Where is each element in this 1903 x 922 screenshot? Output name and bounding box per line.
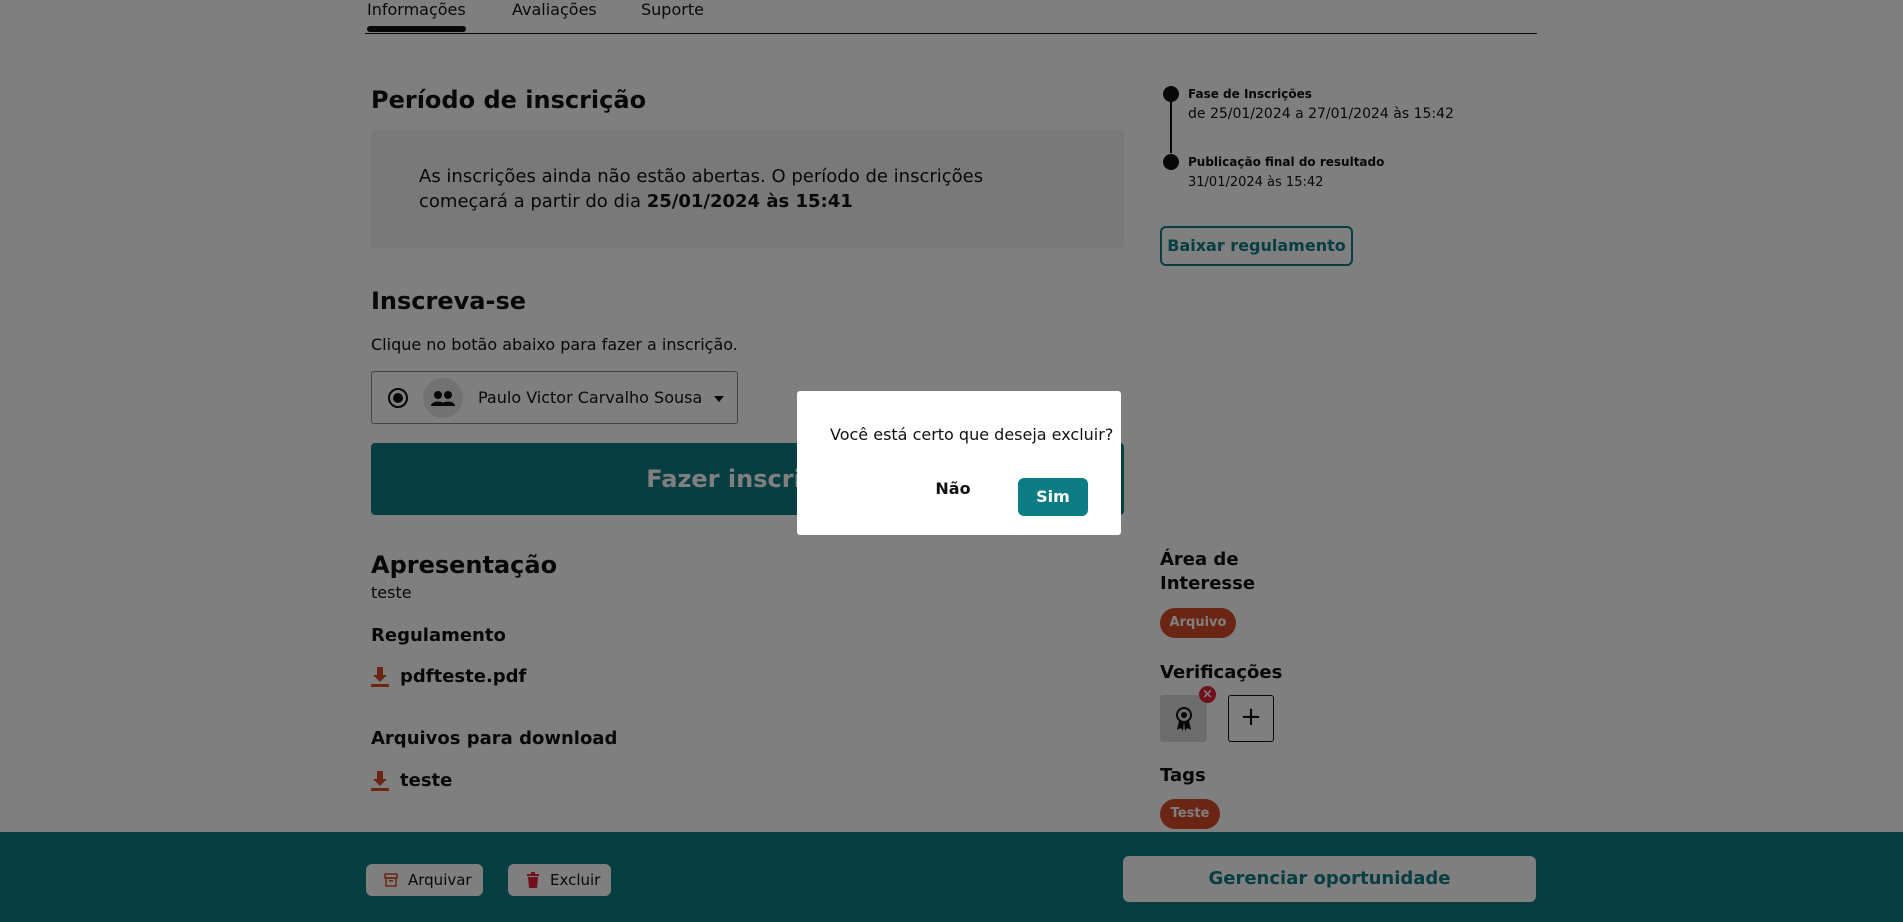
confirm-message: Você está certo que deseja excluir?: [830, 425, 1114, 444]
confirm-dialog: Você está certo que deseja excluir? Não …: [797, 391, 1121, 535]
confirm-yes-button[interactable]: Sim: [1018, 478, 1088, 516]
confirm-no-button[interactable]: Não: [929, 479, 977, 501]
